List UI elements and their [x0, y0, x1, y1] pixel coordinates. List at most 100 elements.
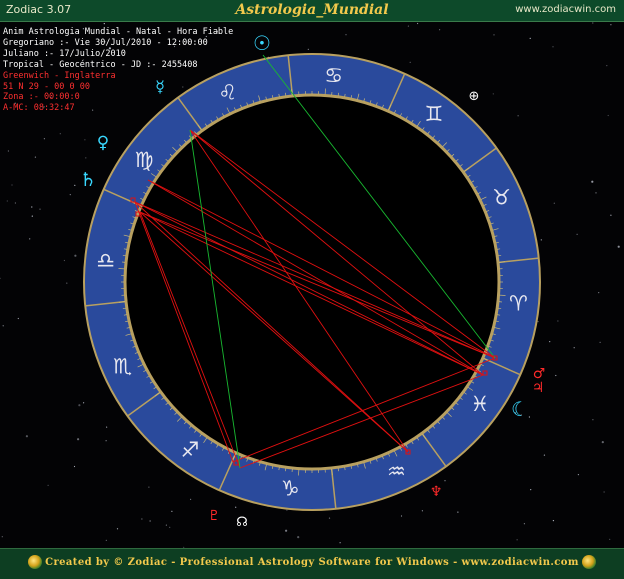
- fortune-icon[interactable]: ⊕: [469, 89, 480, 104]
- star: [422, 510, 423, 511]
- star: [544, 455, 545, 456]
- star: [608, 115, 609, 116]
- star: [592, 22, 593, 23]
- star: [15, 202, 16, 203]
- saturn-icon[interactable]: ♄: [79, 169, 96, 191]
- star: [3, 325, 4, 326]
- star: [60, 133, 61, 134]
- star: [11, 184, 12, 185]
- virgo-icon: ♍: [135, 148, 154, 172]
- pluto-icon[interactable]: ♇: [208, 508, 221, 524]
- star: [106, 427, 107, 428]
- footer-credits[interactable]: Created by © Zodiac - Professional Astro…: [0, 557, 624, 568]
- info-line-gregorian: Gregoriano :- Vie 30/Jul/2010 - 12:00:00: [3, 38, 233, 49]
- star: [577, 234, 578, 235]
- star: [8, 150, 9, 151]
- chart-info-panel: Anim Astrologia Mundial - Natal - Hora F…: [3, 27, 233, 114]
- star: [591, 181, 593, 183]
- node-icon[interactable]: ☊: [236, 515, 248, 530]
- star: [618, 246, 620, 248]
- star: [285, 530, 287, 532]
- star: [83, 402, 84, 403]
- star: [104, 23, 105, 24]
- star: [150, 520, 151, 521]
- star: [410, 62, 411, 63]
- star: [408, 26, 409, 27]
- star: [444, 480, 445, 481]
- star: [106, 540, 107, 541]
- star: [77, 438, 79, 440]
- star: [493, 93, 494, 94]
- star: [541, 239, 542, 240]
- star: [70, 194, 71, 195]
- cancer-icon: ♋: [324, 64, 343, 88]
- star: [2, 536, 3, 537]
- scorpio-icon: ♏: [113, 354, 132, 378]
- star: [517, 539, 518, 540]
- star: [604, 491, 605, 492]
- star: [141, 518, 142, 519]
- neptune-icon[interactable]: ♆: [430, 484, 443, 500]
- star: [606, 65, 607, 66]
- star: [190, 499, 191, 500]
- star: [595, 192, 596, 193]
- star: [549, 341, 550, 342]
- star: [598, 292, 599, 293]
- info-line-amc: A-MC: 08:32:47: [3, 103, 233, 114]
- star: [286, 510, 287, 511]
- star: [518, 115, 519, 116]
- star: [552, 46, 553, 47]
- star: [555, 375, 556, 376]
- sun-icon[interactable]: ☉: [253, 31, 271, 55]
- star: [609, 539, 610, 540]
- star: [554, 203, 555, 204]
- star: [553, 520, 554, 521]
- star: [574, 347, 575, 348]
- info-line-zone: Zona :- 00:00:0: [3, 92, 233, 103]
- gemini-icon: ♊: [425, 102, 444, 126]
- aries-icon: ♈: [509, 292, 528, 316]
- star: [32, 216, 33, 217]
- footer-bar: Created by © Zodiac - Professional Astro…: [0, 548, 624, 579]
- star: [417, 23, 418, 24]
- zodiac-logo-icon: [582, 555, 596, 569]
- info-line-coordinates: 51 N 29 - 00 0 00: [3, 82, 233, 93]
- star: [74, 255, 76, 257]
- star: [329, 518, 330, 519]
- sagittarius-icon: ♐: [181, 438, 200, 462]
- star: [529, 416, 530, 417]
- taurus-icon: ♉: [492, 186, 511, 210]
- star: [340, 542, 341, 543]
- star: [44, 138, 45, 139]
- zodiac-band-inner: [125, 95, 499, 469]
- star: [66, 283, 67, 284]
- star: [0, 278, 1, 279]
- star: [169, 527, 170, 528]
- jupiter-icon[interactable]: ♃: [532, 380, 545, 396]
- star: [35, 157, 36, 158]
- star: [166, 525, 167, 526]
- star: [84, 139, 85, 140]
- star: [530, 489, 531, 490]
- star: [235, 507, 236, 508]
- star: [48, 485, 49, 486]
- star: [18, 318, 19, 319]
- star: [26, 435, 28, 437]
- star: [493, 34, 494, 35]
- libra-icon: ♎: [96, 248, 115, 272]
- moon-icon[interactable]: ☾: [511, 397, 529, 421]
- star: [530, 38, 531, 39]
- star: [74, 466, 75, 467]
- info-line-chart-type: Anim Astrologia Mundial - Natal - Hora F…: [3, 27, 233, 38]
- star: [345, 34, 346, 35]
- aquarius-icon: ♒: [387, 460, 406, 484]
- info-line-julian: Juliano :- 17/Julio/2010: [3, 49, 233, 60]
- star: [592, 419, 593, 420]
- star: [171, 511, 172, 512]
- star: [439, 29, 440, 30]
- venus-icon[interactable]: ♀: [97, 133, 109, 153]
- star: [610, 24, 611, 25]
- star: [39, 209, 40, 210]
- capricorn-icon: ♑: [281, 476, 300, 500]
- pisces-icon: ♓: [470, 392, 489, 416]
